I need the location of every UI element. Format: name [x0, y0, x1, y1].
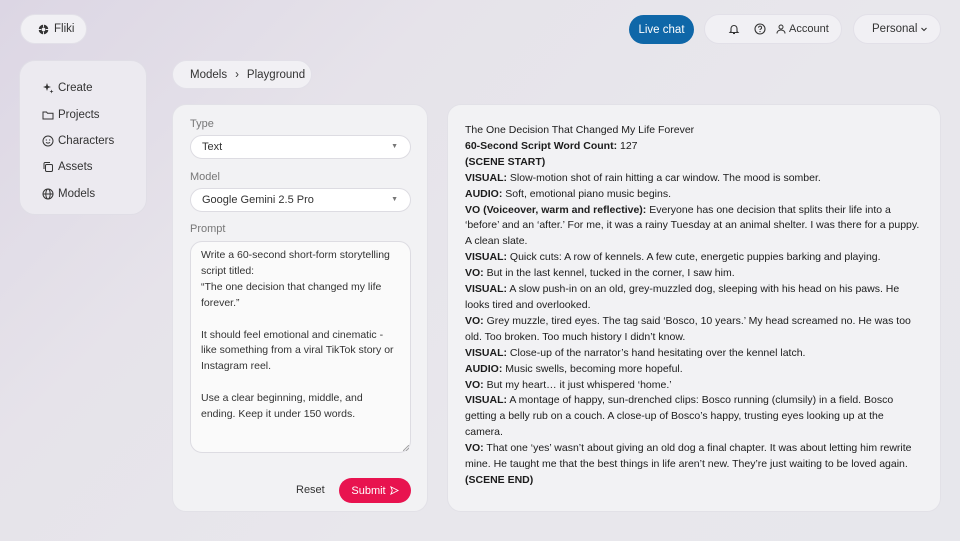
sidebar-item-label: Characters	[58, 134, 115, 147]
output-line-text: Music swells, becoming more hopeful.	[502, 362, 683, 375]
prompt-label: Prompt	[190, 223, 226, 235]
playground-form: Type Text ▼ Model Google Gemini 2.5 Pro …	[172, 104, 428, 512]
globe-icon	[42, 188, 54, 200]
output-line: The One Decision That Changed My Life Fo…	[465, 123, 924, 139]
output-line-heading: AUDIO:	[465, 362, 503, 375]
account-button[interactable]: Account	[776, 23, 829, 35]
copy-icon	[42, 161, 54, 173]
output-line-heading: VISUAL:	[465, 251, 507, 264]
output-panel: The One Decision That Changed My Life Fo…	[447, 104, 941, 512]
output-line-text: But in the last kennel, tucked in the co…	[483, 267, 735, 280]
output-line-text: 127	[617, 139, 638, 152]
output-line: VISUAL: A slow push-in on an old, grey-m…	[465, 282, 924, 314]
model-select[interactable]: Google Gemini 2.5 Pro ▼	[190, 188, 411, 212]
resize-handle-icon[interactable]	[403, 445, 409, 451]
account-label: Account	[789, 23, 829, 35]
output-line: AUDIO: Music swells, becoming more hopef…	[465, 362, 924, 378]
reset-button[interactable]: Reset	[296, 484, 325, 496]
output-line: VISUAL: A montage of happy, sun-drenched…	[465, 393, 924, 441]
output-line-text: A montage of happy, sun-drenched clips: …	[465, 394, 894, 439]
bell-icon[interactable]	[727, 22, 741, 36]
output-line: (SCENE END)	[465, 473, 924, 489]
smile-icon	[42, 135, 54, 147]
output-line-heading: 60-Second Script Word Count:	[465, 139, 618, 152]
sidebar-item-assets[interactable]: Assets	[20, 154, 146, 180]
caret-down-icon: ▼	[391, 196, 398, 203]
brand-label: Fliki	[54, 23, 75, 35]
output-line: VO: But in the last kennel, tucked in th…	[465, 266, 924, 282]
output-text: The One Decision That Changed My Life Fo…	[465, 123, 924, 489]
chevron-down-icon	[920, 25, 928, 33]
brand-button[interactable]: Fliki	[20, 14, 87, 44]
sidebar: Create Projects Characters Assets Models	[19, 60, 147, 215]
output-line-text: Quick cuts: A row of kennels. A few cute…	[507, 251, 881, 264]
output-line-heading: VISUAL:	[465, 346, 507, 359]
output-line-heading: VO:	[465, 378, 484, 391]
output-line: VISUAL: Close-up of the narrator’s hand …	[465, 346, 924, 362]
type-value: Text	[202, 141, 223, 153]
sidebar-item-label: Assets	[58, 161, 93, 174]
type-select[interactable]: Text ▼	[190, 135, 411, 159]
output-line-text: A slow push-in on an old, grey-muzzled d…	[465, 283, 900, 311]
breadcrumb: Models › Playground	[172, 60, 312, 89]
output-line-heading: (SCENE END)	[465, 473, 534, 486]
folder-icon	[42, 109, 54, 121]
output-line-heading: VISUAL:	[465, 171, 507, 184]
submit-button[interactable]: Submit	[339, 478, 411, 503]
output-line-heading: VISUAL:	[465, 283, 507, 296]
prompt-textarea[interactable]: Write a 60-second short-form storytellin…	[190, 241, 411, 453]
workspace-label: Personal	[872, 23, 918, 35]
sidebar-item-label: Create	[58, 82, 93, 95]
output-line-text: That one ‘yes’ wasn’t about giving an ol…	[465, 442, 912, 471]
output-line: VO: But my heart… it just whispered ‘hom…	[465, 378, 924, 394]
sidebar-item-label: Projects	[58, 108, 100, 121]
output-line: 60-Second Script Word Count: 127	[465, 139, 924, 155]
output-line: VO (Voiceover, warm and reflective): Eve…	[465, 203, 924, 251]
header-tools: Account	[704, 14, 842, 44]
sidebar-item-models[interactable]: Models	[20, 181, 146, 207]
breadcrumb-current: Playground	[246, 68, 306, 81]
live-chat-button[interactable]: Live chat	[629, 15, 694, 44]
sidebar-item-projects[interactable]: Projects	[20, 101, 146, 127]
output-line-heading: VO (Voiceover, warm and reflective):	[465, 203, 647, 216]
sidebar-item-characters[interactable]: Characters	[20, 128, 146, 154]
output-line-heading: VO:	[465, 442, 484, 455]
output-line-heading: VO:	[465, 267, 484, 280]
output-line: VO: That one ‘yes’ wasn’t about giving a…	[465, 441, 924, 473]
model-label: Model	[190, 171, 220, 183]
output-line-text: The One Decision That Changed My Life Fo…	[465, 124, 695, 136]
output-line: VO: Grey muzzle, tired eyes. The tag sai…	[465, 314, 924, 346]
output-line-heading: VISUAL:	[465, 394, 507, 407]
output-line: (SCENE START)	[465, 155, 924, 171]
output-line-text: Close-up of the narrator’s hand hesitati…	[507, 346, 806, 359]
output-line: VISUAL: Quick cuts: A row of kennels. A …	[465, 250, 924, 266]
caret-down-icon: ▼	[391, 143, 398, 150]
type-label: Type	[190, 118, 214, 130]
output-line-text: Slow-motion shot of rain hitting a car w…	[507, 171, 821, 184]
breadcrumb-separator: ›	[235, 68, 239, 81]
output-line: AUDIO: Soft, emotional piano music begin…	[465, 187, 924, 203]
output-line-text: Soft, emotional piano music begins.	[502, 187, 672, 200]
sidebar-item-create[interactable]: Create	[20, 75, 146, 101]
send-icon	[389, 486, 399, 495]
output-line-heading: (SCENE START)	[465, 155, 546, 168]
output-line-heading: AUDIO:	[465, 187, 503, 200]
model-value: Google Gemini 2.5 Pro	[202, 194, 314, 206]
output-line-heading: VO:	[465, 314, 484, 327]
output-line-text: Grey muzzle, tired eyes. The tag said ‘B…	[465, 314, 911, 343]
breadcrumb-models-link[interactable]: Models	[190, 69, 227, 81]
workspace-dropdown[interactable]: Personal	[853, 14, 941, 44]
sidebar-item-label: Models	[58, 187, 96, 200]
output-line-text: But my heart… it just whispered ‘home.’	[483, 378, 672, 391]
help-icon[interactable]	[753, 22, 767, 36]
sparkle-icon	[42, 82, 54, 94]
user-icon	[776, 24, 786, 34]
output-line: VISUAL: Slow-motion shot of rain hitting…	[465, 171, 924, 187]
fliki-logo-icon	[38, 23, 49, 35]
submit-label: Submit	[351, 484, 386, 497]
